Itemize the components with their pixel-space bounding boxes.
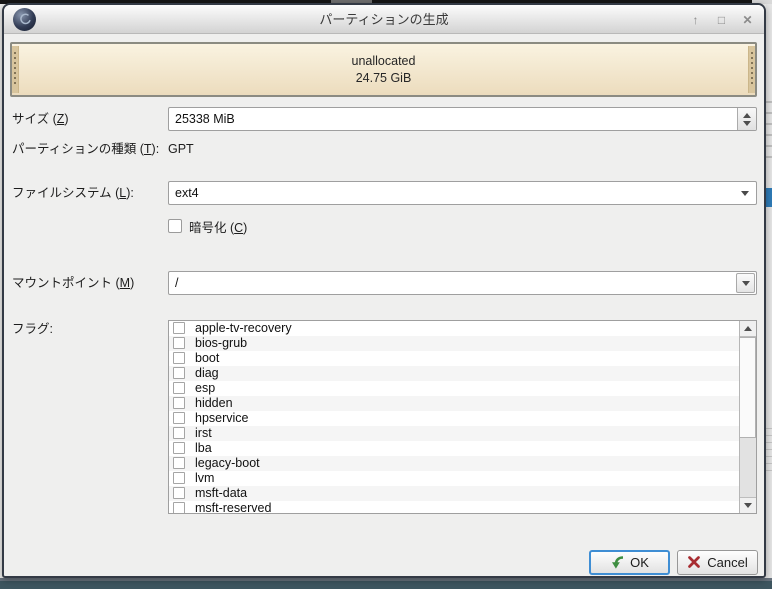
ok-green-arrow-icon xyxy=(610,555,625,570)
flags-scrollbar[interactable] xyxy=(739,321,756,513)
filesystem-value: ext4 xyxy=(175,186,199,200)
flag-list-item[interactable]: legacy-boot xyxy=(169,456,739,471)
scrollbar-up-icon xyxy=(744,326,752,331)
flag-checkbox[interactable] xyxy=(173,322,185,334)
flag-list-item[interactable]: hidden xyxy=(169,396,739,411)
flag-label: boot xyxy=(195,351,219,365)
background-fragment xyxy=(766,422,772,474)
partition-type-value: GPT xyxy=(168,140,194,158)
flag-checkbox[interactable] xyxy=(173,382,185,394)
flag-list-item[interactable]: boot xyxy=(169,351,739,366)
dropdown-arrow-icon xyxy=(742,281,750,286)
partition-type-label: パーティションの種類 (T): xyxy=(12,140,159,158)
cancel-button-label: Cancel xyxy=(707,555,747,570)
size-spinbox[interactable]: 25338 MiB xyxy=(168,107,757,131)
flag-checkbox[interactable] xyxy=(173,502,185,514)
flag-checkbox[interactable] xyxy=(173,337,185,349)
mount-point-label: マウントポイント (M) xyxy=(12,271,134,295)
flag-list-item[interactable]: lba xyxy=(169,441,739,456)
create-partition-dialog: パーティションの生成 ↑ □ ✕ unallocated 24.75 GiB サ… xyxy=(2,3,766,578)
flags-label: フラグ: xyxy=(12,321,53,337)
partition-preview-bar: unallocated 24.75 GiB xyxy=(10,42,757,97)
mount-point-value: / xyxy=(175,276,178,290)
flag-checkbox[interactable] xyxy=(173,412,185,424)
filesystem-label: ファイルシステム (L): xyxy=(12,181,134,205)
scrollbar-down-icon xyxy=(744,503,752,508)
flag-checkbox[interactable] xyxy=(173,352,185,364)
ok-button[interactable]: OK xyxy=(589,550,670,575)
titlebar[interactable]: パーティションの生成 ↑ □ ✕ xyxy=(4,5,764,34)
flag-list-item[interactable]: apple-tv-recovery xyxy=(169,321,739,336)
flag-label: msft-data xyxy=(195,486,247,500)
flags-list[interactable]: apple-tv-recovery bios-grub boot xyxy=(168,320,757,514)
flag-list-item[interactable]: lvm xyxy=(169,471,739,486)
ok-button-label: OK xyxy=(630,555,649,570)
scrollbar-thumb[interactable] xyxy=(740,337,756,438)
mount-point-drop-button[interactable] xyxy=(736,273,755,293)
flag-label: esp xyxy=(195,381,215,395)
flag-label: msft-reserved xyxy=(195,501,271,514)
flag-checkbox[interactable] xyxy=(173,457,185,469)
debian-logo-icon xyxy=(13,8,36,31)
mount-point-combobox[interactable]: / xyxy=(168,271,757,295)
flag-label: lvm xyxy=(195,471,214,485)
flag-list-item[interactable]: hpservice xyxy=(169,411,739,426)
encrypt-label: 暗号化 (C) xyxy=(189,217,247,236)
flag-checkbox[interactable] xyxy=(173,367,185,379)
scrollbar-down-button[interactable] xyxy=(740,497,756,513)
flag-list-item[interactable]: bios-grub xyxy=(169,336,739,351)
flag-checkbox[interactable] xyxy=(173,427,185,439)
dropdown-arrow-icon xyxy=(741,191,749,196)
window-controls: ↑ □ ✕ xyxy=(687,5,756,34)
flag-label: irst xyxy=(195,426,212,440)
shade-icon[interactable]: ↑ xyxy=(687,11,704,28)
flag-checkbox[interactable] xyxy=(173,442,185,454)
flag-label: bios-grub xyxy=(195,336,247,350)
flag-label: legacy-boot xyxy=(195,456,260,470)
flag-label: apple-tv-recovery xyxy=(195,321,292,335)
close-icon[interactable]: ✕ xyxy=(739,11,756,28)
filesystem-combobox[interactable]: ext4 xyxy=(168,181,757,205)
spin-up-icon[interactable] xyxy=(743,113,751,118)
flag-label: hpservice xyxy=(195,411,249,425)
encrypt-row[interactable]: 暗号化 (C) xyxy=(168,218,247,234)
flag-list-item[interactable]: msft-data xyxy=(169,486,739,501)
flag-list-item[interactable]: diag xyxy=(169,366,739,381)
spin-down-icon[interactable] xyxy=(743,121,751,126)
flag-checkbox[interactable] xyxy=(173,472,185,484)
size-value: 25338 MiB xyxy=(175,112,235,126)
flag-checkbox[interactable] xyxy=(173,487,185,499)
encrypt-checkbox[interactable] xyxy=(168,219,182,233)
flag-label: hidden xyxy=(195,396,233,410)
flag-list-item[interactable]: msft-reserved xyxy=(169,501,739,514)
partition-preview-text: unallocated 24.75 GiB xyxy=(12,53,755,87)
maximize-icon[interactable]: □ xyxy=(713,11,730,28)
flag-list-item[interactable]: esp xyxy=(169,381,739,396)
flags-rows: apple-tv-recovery bios-grub boot xyxy=(169,321,756,514)
cancel-red-cross-icon xyxy=(687,555,702,570)
spin-buttons[interactable] xyxy=(737,108,756,130)
flag-label: diag xyxy=(195,366,219,380)
cancel-button[interactable]: Cancel xyxy=(677,550,758,575)
partition-size: 24.75 GiB xyxy=(12,70,755,87)
partition-label: unallocated xyxy=(12,53,755,70)
scrollbar-up-button[interactable] xyxy=(740,321,756,337)
flag-checkbox[interactable] xyxy=(173,397,185,409)
flag-label: lba xyxy=(195,441,212,455)
window-title: パーティションの生成 xyxy=(124,5,644,34)
screen: パーティションの生成 ↑ □ ✕ unallocated 24.75 GiB サ… xyxy=(0,0,772,589)
background-fragment xyxy=(766,92,772,166)
size-label: サイズ (Z) xyxy=(12,107,69,131)
flag-list-item[interactable]: irst xyxy=(169,426,739,441)
background-selection-fragment xyxy=(766,188,772,207)
background-window-sliver xyxy=(766,4,772,578)
background-bottom-strip xyxy=(0,578,772,589)
